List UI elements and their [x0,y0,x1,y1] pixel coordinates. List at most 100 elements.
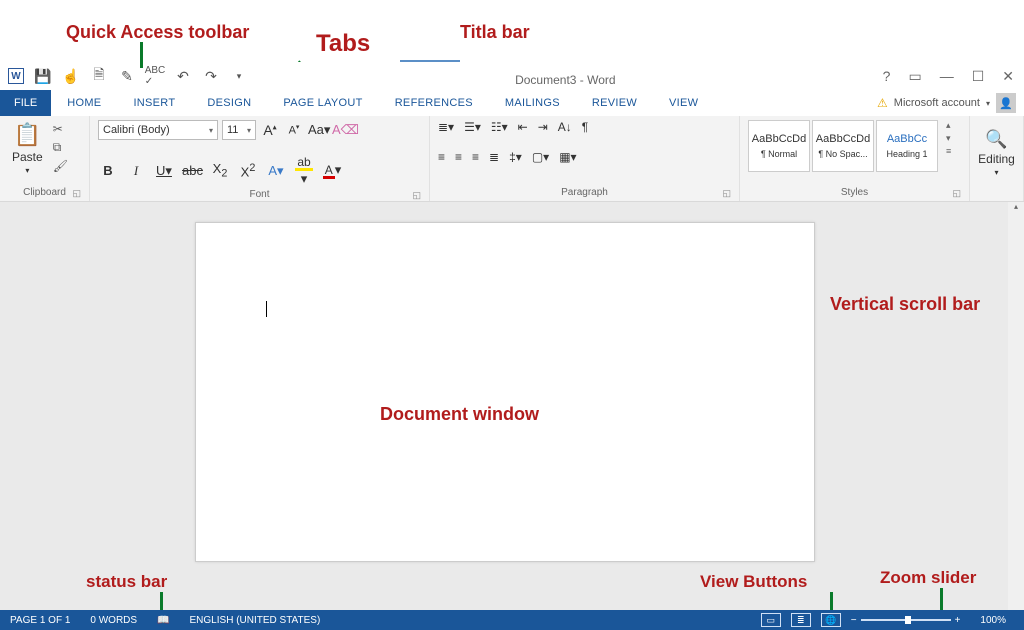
chevron-down-icon: ▾ [986,99,990,108]
launcher-icon[interactable]: ◱ [412,190,421,201]
align-center-icon[interactable]: ≡ [455,150,462,164]
format-painter-icon[interactable]: 🖌 [53,159,68,173]
grow-font-icon[interactable]: A▴ [260,122,280,138]
numbering-icon[interactable]: ☰▾ [464,120,481,134]
maximize-icon[interactable]: ☐ [972,68,985,85]
save-icon[interactable]: 💾 [34,67,52,85]
style-expand-button[interactable]: ▴▾≡ [944,120,958,156]
tab-page-layout[interactable]: PAGE LAYOUT [267,90,378,116]
increase-indent-icon[interactable]: ⇥ [538,120,548,134]
annot-zoom-line [940,588,943,610]
launcher-icon[interactable]: ◱ [952,188,961,199]
group-font: Calibri (Body)▾ 11▾ A▴ A▾ Aa▾ A⌫ B I U▾ … [90,116,430,201]
bold-button[interactable]: B [98,163,118,178]
open-icon[interactable]: ✎ [118,67,136,85]
file-tab[interactable]: FILE [0,90,51,116]
copy-icon[interactable]: ⧉ [53,140,68,155]
chevron-down-icon: ▾ [994,168,998,177]
qat-customize-icon[interactable]: ▾ [230,67,248,85]
shading-icon[interactable]: ▢▾ [532,150,549,164]
vertical-scrollbar[interactable]: ▴ [1008,202,1024,610]
launcher-icon[interactable]: ◱ [72,188,81,199]
paste-button[interactable]: 📋 Paste ▾ [8,120,47,177]
multilevel-icon[interactable]: ☷▾ [491,120,508,134]
touch-mode-icon[interactable]: ☝ [62,67,80,85]
ribbon-tabs: FILE HOME INSERT DESIGN PAGE LAYOUT REFE… [0,90,1024,116]
close-icon[interactable]: ✕ [1002,68,1014,85]
editing-label: Editing [978,152,1015,166]
zoom-value[interactable]: 100% [970,615,1016,626]
paste-label: Paste [12,150,43,164]
zoom-in-icon[interactable]: + [955,615,961,626]
annot-titlebar: Titla bar [460,22,530,43]
document-page[interactable] [195,222,815,562]
line-spacing-icon[interactable]: ‡▾ [509,150,522,164]
underline-button[interactable]: U▾ [154,163,174,179]
title-bar: W 💾 ☝ 🗎 ✎ ABC✓ ↶ ↷ ▾ Document3 - Word ? … [0,62,1024,90]
annot-tabs: Tabs [316,30,370,58]
tab-review[interactable]: REVIEW [576,90,653,116]
font-color-icon[interactable]: A▾ [322,162,342,179]
change-case-icon[interactable]: Aa▾ [308,122,328,138]
style-heading1[interactable]: AaBbCcHeading 1 [876,120,938,172]
zoom-out-icon[interactable]: − [851,615,857,626]
chevron-down-icon: ▾ [243,126,251,135]
decrease-indent-icon[interactable]: ⇤ [518,120,528,134]
view-web-layout[interactable]: 🌐 [821,613,841,627]
undo-icon[interactable]: ↶ [174,67,192,85]
status-proofing-icon[interactable]: 📖 [147,615,179,626]
status-page[interactable]: PAGE 1 OF 1 [0,615,80,626]
subscript-button[interactable]: X2 [210,161,230,180]
status-words[interactable]: 0 WORDS [80,615,147,626]
italic-button[interactable]: I [126,163,146,179]
minimize-icon[interactable]: — [940,68,954,84]
text-effects-icon[interactable]: A▾ [266,163,286,179]
view-read-mode[interactable]: ▭ [761,613,781,627]
ribbon-collapse-icon[interactable]: ▭ [908,68,921,85]
view-print-layout[interactable]: ≣ [791,613,811,627]
bullets-icon[interactable]: ≣▾ [438,120,454,134]
zoom-track[interactable] [861,619,951,621]
account-area[interactable]: ⚠ Microsoft account ▾ 👤 [877,90,1024,116]
zoom-thumb[interactable] [905,616,911,624]
spellcheck-icon[interactable]: ABC✓ [146,67,164,85]
clear-format-icon[interactable]: A⌫ [332,122,352,138]
tab-view[interactable]: VIEW [653,90,714,116]
tab-design[interactable]: DESIGN [191,90,267,116]
sort-icon[interactable]: A↓ [558,120,572,134]
new-doc-icon[interactable]: 🗎 [90,67,108,85]
scroll-up-icon[interactable]: ▴ [1008,202,1024,216]
strikethrough-button[interactable]: abc [182,163,202,178]
highlight-icon[interactable]: ab▾ [294,154,314,187]
quick-access-toolbar: W 💾 ☝ 🗎 ✎ ABC✓ ↶ ↷ ▾ [0,67,248,85]
help-icon[interactable]: ? [883,68,891,84]
window-title: Document3 - Word [248,73,883,87]
style-no-spacing[interactable]: AaBbCcDd¶ No Spac... [812,120,874,172]
group-editing: 🔍 Editing ▾ [970,116,1024,201]
avatar[interactable]: 👤 [996,93,1016,113]
window-controls: ? ▭ — ☐ ✕ [883,68,1024,85]
tab-insert[interactable]: INSERT [117,90,191,116]
superscript-button[interactable]: X2 [238,162,258,179]
find-icon[interactable]: 🔍 [985,129,1007,150]
tab-mailings[interactable]: MAILINGS [489,90,576,116]
tab-home[interactable]: HOME [51,90,117,116]
zoom-slider[interactable]: − + [851,615,961,626]
align-justify-icon[interactable]: ≣ [489,150,499,164]
border-icon[interactable]: ▦▾ [559,150,576,164]
annot-qat: Quick Access toolbar [66,22,249,43]
redo-icon[interactable]: ↷ [202,67,220,85]
font-family-combo[interactable]: Calibri (Body)▾ [98,120,218,140]
chevron-down-icon: ▾ [205,126,213,135]
status-language[interactable]: ENGLISH (UNITED STATES) [180,615,331,626]
text-cursor [266,301,267,317]
cut-icon[interactable]: ✂ [53,122,68,136]
align-right-icon[interactable]: ≡ [472,150,479,164]
tab-references[interactable]: REFERENCES [379,90,489,116]
shrink-font-icon[interactable]: A▾ [284,123,304,137]
show-marks-icon[interactable]: ¶ [582,120,588,134]
style-normal[interactable]: AaBbCcDd¶ Normal [748,120,810,172]
align-left-icon[interactable]: ≡ [438,150,445,164]
launcher-icon[interactable]: ◱ [722,188,731,199]
font-size-combo[interactable]: 11▾ [222,120,256,140]
